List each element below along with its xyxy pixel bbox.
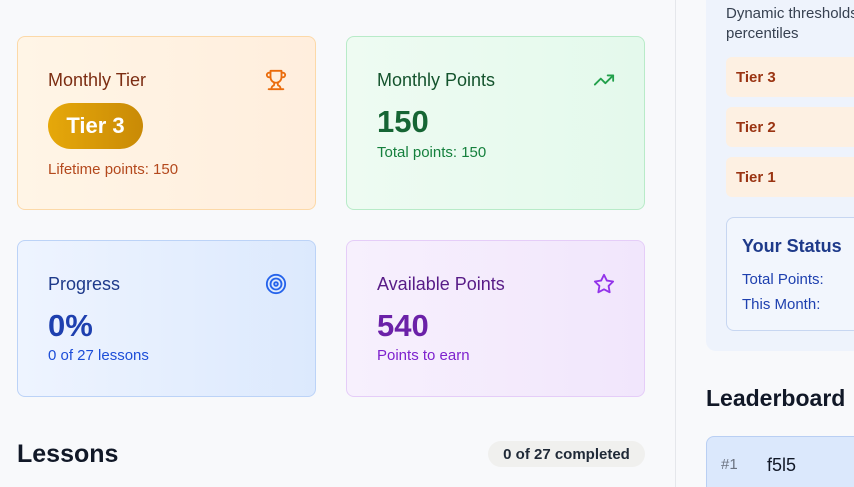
tier-row-3: Tier 3 (726, 57, 854, 97)
tier-description-line-2: percentiles (726, 25, 799, 42)
target-icon (265, 273, 287, 295)
leaderboard-rank: #1 (721, 456, 738, 473)
points-to-earn-text: Points to earn (377, 347, 470, 364)
lessons-heading: Lessons (17, 440, 119, 468)
available-points-value: 540 (377, 308, 429, 343)
tier-row-2: Tier 2 (726, 107, 854, 147)
lessons-completed-badge: 0 of 27 completed (488, 441, 645, 467)
tier-badge: Tier 3 (48, 103, 143, 149)
monthly-tier-title: Monthly Tier (48, 70, 147, 90)
progress-value: 0% (48, 308, 93, 343)
available-points-title: Available Points (377, 274, 505, 294)
monthly-points-card: Monthly Points 150 Total points: 150 (346, 36, 645, 210)
lifetime-points-text: Lifetime points: 150 (48, 161, 179, 178)
tier-description: Dynamic thresholds percentiles (726, 4, 854, 44)
leaderboard-heading: Leaderboard (706, 385, 846, 411)
column-divider (675, 0, 676, 487)
total-points-text: Total points: 150 (377, 144, 487, 161)
star-icon (593, 273, 615, 295)
tier-row-1: Tier 1 (726, 157, 854, 197)
your-status-title: Your Status (742, 236, 842, 256)
monthly-points-value: 150 (377, 104, 429, 139)
status-this-month-label: This Month: (742, 296, 821, 313)
status-total-points-label: Total Points: (742, 271, 824, 288)
progress-title: Progress (48, 274, 121, 294)
monthly-points-title: Monthly Points (377, 70, 496, 90)
progress-card: Progress 0% 0 of 27 lessons (17, 240, 316, 397)
monthly-tier-card: Monthly Tier Tier 3 Lifetime points: 150 (17, 36, 316, 210)
available-points-card: Available Points 540 Points to earn (346, 240, 645, 397)
lessons-progress-text: 0 of 27 lessons (48, 347, 149, 364)
tier-description-line-1: Dynamic thresholds (726, 5, 854, 22)
trending-up-icon (593, 69, 615, 91)
leaderboard-name: f5l5 (767, 455, 797, 475)
trophy-icon (265, 69, 287, 91)
